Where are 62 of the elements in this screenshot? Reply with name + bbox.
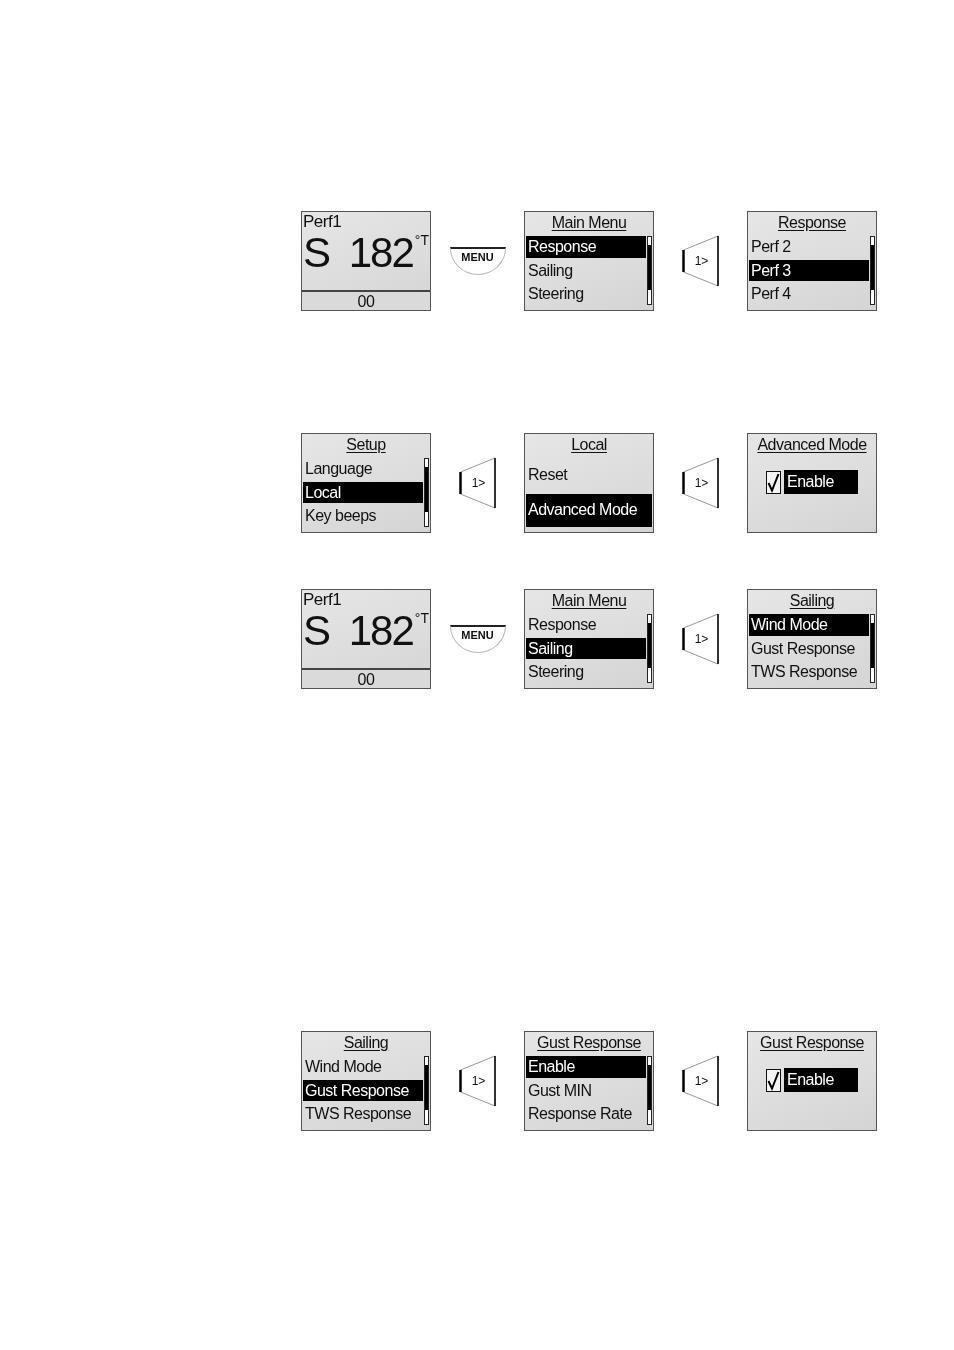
menu-item[interactable]: Sailing — [526, 259, 646, 282]
heading-value: 182 — [348, 611, 413, 651]
arrow-key[interactable]: 1> — [682, 1055, 719, 1107]
option-label[interactable]: Enable — [784, 470, 858, 494]
mode-label: Perf1 — [303, 213, 342, 231]
screen-title: Local — [571, 436, 607, 454]
scrollbar-thumb — [648, 1065, 651, 1110]
screen-title: Main Menu — [551, 214, 627, 232]
scrollbar-thumb — [871, 245, 874, 290]
unit-label: °T — [414, 611, 429, 626]
screen-title: Main Menu — [551, 592, 627, 610]
menu-item[interactable]: Wind Mode — [749, 614, 869, 636]
menu-item[interactable]: Gust MIN — [526, 1079, 646, 1102]
status-value: 00 — [357, 292, 375, 310]
scrollbar-thumb — [648, 623, 651, 668]
menu-item[interactable]: Gust Response — [749, 637, 869, 660]
menu-item[interactable]: Perf 2 — [749, 236, 869, 258]
screen-title: Sailing — [343, 1034, 389, 1052]
scrollbar-thumb — [871, 623, 874, 668]
menu-item[interactable]: Local — [303, 481, 423, 504]
scrollbar-thumb — [425, 1065, 428, 1110]
checkbox-icon[interactable] — [766, 470, 781, 494]
menu-item[interactable]: Response — [526, 614, 646, 636]
menu-item[interactable]: Response — [526, 236, 646, 258]
menu-key[interactable]: MENU — [449, 625, 506, 653]
menu-item[interactable]: Response Rate — [526, 1103, 646, 1125]
checkbox-icon[interactable] — [766, 1068, 781, 1092]
menu-item[interactable]: Enable — [526, 1056, 646, 1078]
menu-item[interactable]: Gust Response — [303, 1079, 423, 1102]
menu-item[interactable]: Steering — [526, 661, 646, 683]
screen-title: Response — [777, 214, 846, 232]
menu-item[interactable]: Language — [303, 458, 423, 480]
screen-title: Setup — [346, 436, 386, 454]
menu-item[interactable]: Steering — [526, 283, 646, 305]
option-label[interactable]: Enable — [784, 1068, 858, 1092]
mode-label: Perf1 — [303, 591, 342, 609]
screen-title: Advanced Mode — [757, 436, 867, 454]
menu-item[interactable]: Perf 3 — [749, 259, 869, 282]
arrow-key[interactable]: 1> — [459, 1055, 496, 1107]
menu-item[interactable]: Wind Mode — [303, 1056, 423, 1078]
heading-value: 182 — [348, 233, 413, 273]
heading-direction: S — [303, 611, 331, 651]
menu-key[interactable]: MENU — [449, 247, 506, 275]
heading-direction: S — [303, 233, 331, 273]
menu-item[interactable]: Key beeps — [303, 505, 423, 527]
menu-item[interactable]: Sailing — [526, 637, 646, 660]
scrollbar-thumb — [425, 467, 428, 512]
arrow-key[interactable]: 1> — [459, 457, 496, 509]
screen-title: Sailing — [789, 592, 835, 610]
menu-item[interactable]: TWS Response — [749, 661, 869, 683]
screen-title: Gust Response — [537, 1034, 641, 1052]
menu-item[interactable]: Perf 4 — [749, 283, 869, 305]
screen-title: Gust Response — [760, 1034, 864, 1052]
status-value: 00 — [357, 670, 375, 688]
menu-item[interactable]: Advanced Mode — [526, 493, 652, 527]
menu-item[interactable]: Reset — [526, 458, 652, 492]
arrow-key[interactable]: 1> — [682, 235, 719, 287]
unit-label: °T — [414, 233, 429, 248]
menu-item[interactable]: TWS Response — [303, 1103, 423, 1125]
scrollbar-thumb — [648, 245, 651, 290]
arrow-key[interactable]: 1> — [682, 457, 719, 509]
arrow-key[interactable]: 1> — [682, 613, 719, 665]
